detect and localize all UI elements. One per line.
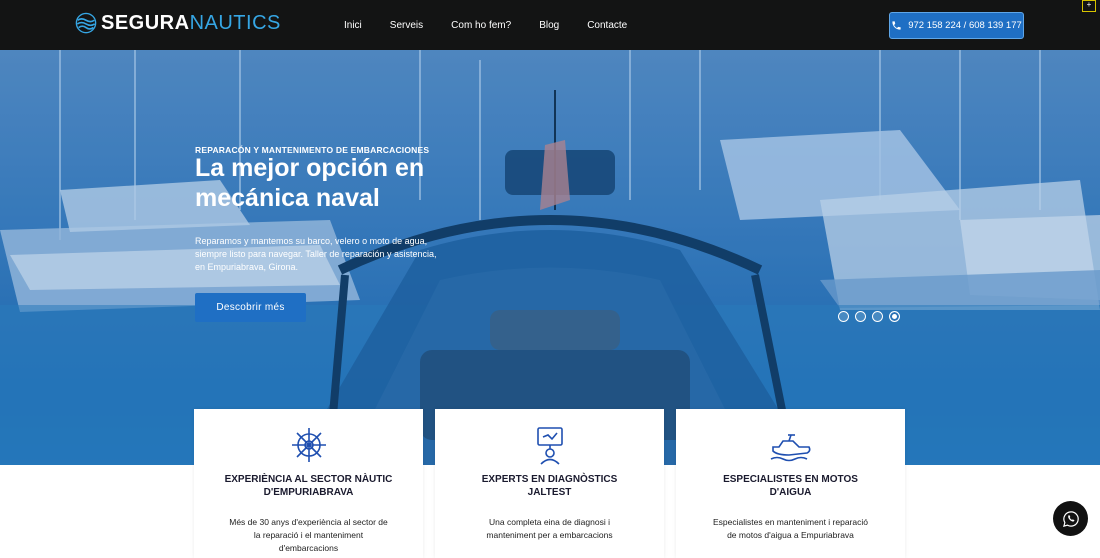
brand-name-part2: NAUTICS bbox=[189, 11, 281, 34]
feature-text: Més de 30 anys d'experiència al sector d… bbox=[229, 517, 388, 553]
nav-item-blog[interactable]: Blog bbox=[539, 20, 559, 31]
nav-item-contacte[interactable]: Contacte bbox=[587, 20, 627, 31]
slider-pagination bbox=[838, 311, 906, 322]
hero-title: La mejor opción en mecánica naval bbox=[195, 154, 425, 212]
feature-card-diagnostics: EXPERTS EN DIAGNÒSTICS JALTEST Una compl… bbox=[435, 409, 664, 558]
jet-ski-icon bbox=[770, 434, 810, 462]
top-navbar: SEGURA NAUTICS Inici Serveis Com ho fem? … bbox=[0, 0, 1100, 50]
nav-item-serveis[interactable]: Serveis bbox=[390, 20, 423, 31]
hero-description: Reparamos y mantemos su barco, velero o … bbox=[195, 236, 437, 272]
feature-title: ESPECIALISTES EN MOTOS D'AIGUA bbox=[723, 474, 858, 498]
nav-item-com-ho-fem[interactable]: Com ho fem? bbox=[451, 20, 511, 31]
slider-dot-4[interactable] bbox=[889, 311, 900, 322]
phone-button[interactable]: 972 158 224 / 608 139 177 bbox=[889, 12, 1024, 39]
slider-dot-1[interactable] bbox=[838, 311, 849, 322]
whatsapp-icon bbox=[1062, 510, 1079, 527]
diagnostic-computer-icon bbox=[536, 427, 563, 465]
whatsapp-button[interactable] bbox=[1053, 501, 1088, 536]
nav-item-inici[interactable]: Inici bbox=[344, 20, 362, 31]
feature-card-jetski: ESPECIALISTES EN MOTOS D'AIGUA Especiali… bbox=[676, 409, 905, 558]
discover-more-button[interactable]: Descobrir més bbox=[195, 293, 306, 322]
feature-title: EXPERIÈNCIA AL SECTOR NÀUTIC D'EMPURIABR… bbox=[224, 474, 393, 498]
ship-wheel-icon bbox=[291, 428, 326, 462]
plus-icon[interactable]: + bbox=[1082, 0, 1096, 12]
phone-number: 972 158 224 / 608 139 177 bbox=[908, 20, 1022, 31]
phone-icon bbox=[892, 21, 901, 30]
slider-dot-2[interactable] bbox=[855, 311, 866, 322]
feature-text: Una completa eina de diagnosi i mantenim… bbox=[486, 517, 613, 540]
brand-logo[interactable]: SEGURA NAUTICS bbox=[75, 11, 281, 35]
feature-title: EXPERTS EN DIAGNÒSTICS JALTEST bbox=[481, 474, 618, 498]
wave-globe-icon bbox=[75, 12, 97, 34]
slider-dot-3[interactable] bbox=[872, 311, 883, 322]
brand-name-part1: SEGURA bbox=[101, 11, 190, 34]
feature-text: Especialistes en manteniment i reparació… bbox=[713, 517, 868, 540]
feature-card-experience: EXPERIÈNCIA AL SECTOR NÀUTIC D'EMPURIABR… bbox=[194, 409, 423, 558]
main-menu: Inici Serveis Com ho fem? Blog Contacte bbox=[330, 0, 641, 50]
